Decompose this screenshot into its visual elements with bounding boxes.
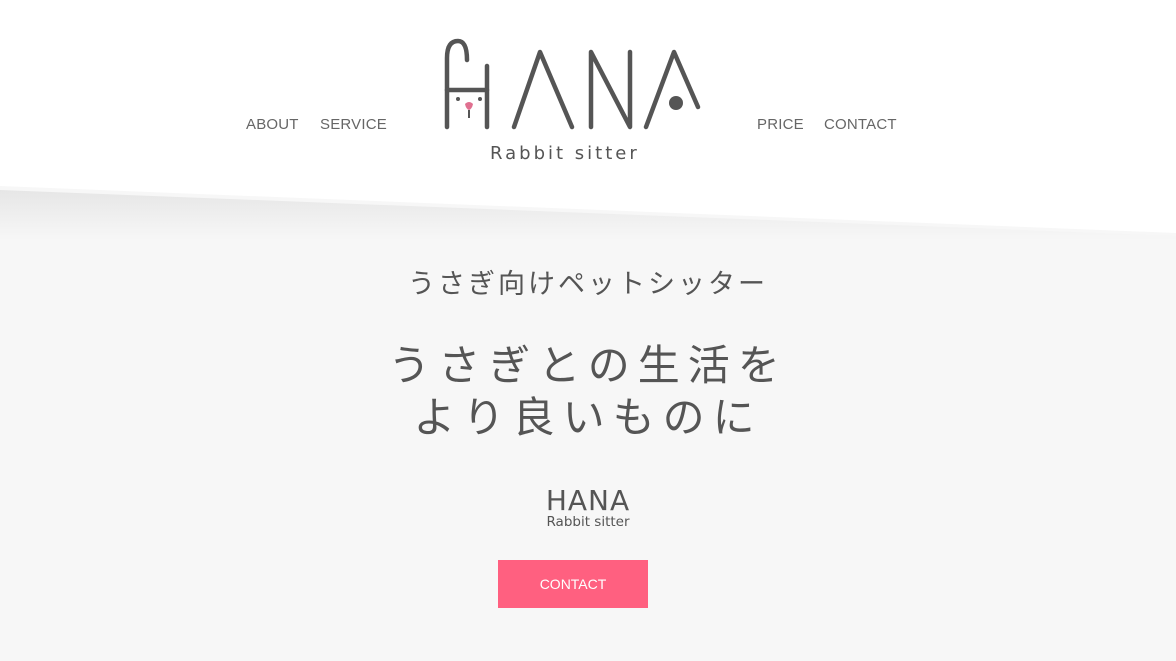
hero-subtitle: うさぎ向けペットシッター	[408, 269, 768, 300]
nav-service-link[interactable]: SERVICE	[320, 116, 387, 133]
logo-subtitle: Rabbit sitter	[490, 143, 640, 164]
hero-title-line-1: うさぎとの生活を	[388, 341, 788, 390]
rabbit-eye-left	[456, 97, 460, 101]
hero-title-line-2: より良いものに	[413, 393, 763, 442]
hana-logo-lettering	[444, 38, 701, 130]
hero-title: うさぎとの生活を より良いものに	[0, 340, 1176, 444]
rabbit-eye-right	[478, 97, 482, 101]
site-header: ABOUT SERVICE Rabbit sitter PRICE CONTAC…	[0, 0, 1176, 240]
nav-price-link[interactable]: PRICE	[757, 116, 804, 133]
hero-brand-subtitle: Rabbit sitter	[546, 514, 630, 530]
nav-about-link[interactable]: ABOUT	[246, 116, 299, 133]
hero-brand-name: HANA	[545, 484, 631, 517]
nav-contact-link[interactable]: CONTACT	[824, 116, 897, 133]
site-logo[interactable]: Rabbit sitter	[440, 36, 710, 170]
contact-cta-button[interactable]: CONTACT	[498, 560, 648, 608]
